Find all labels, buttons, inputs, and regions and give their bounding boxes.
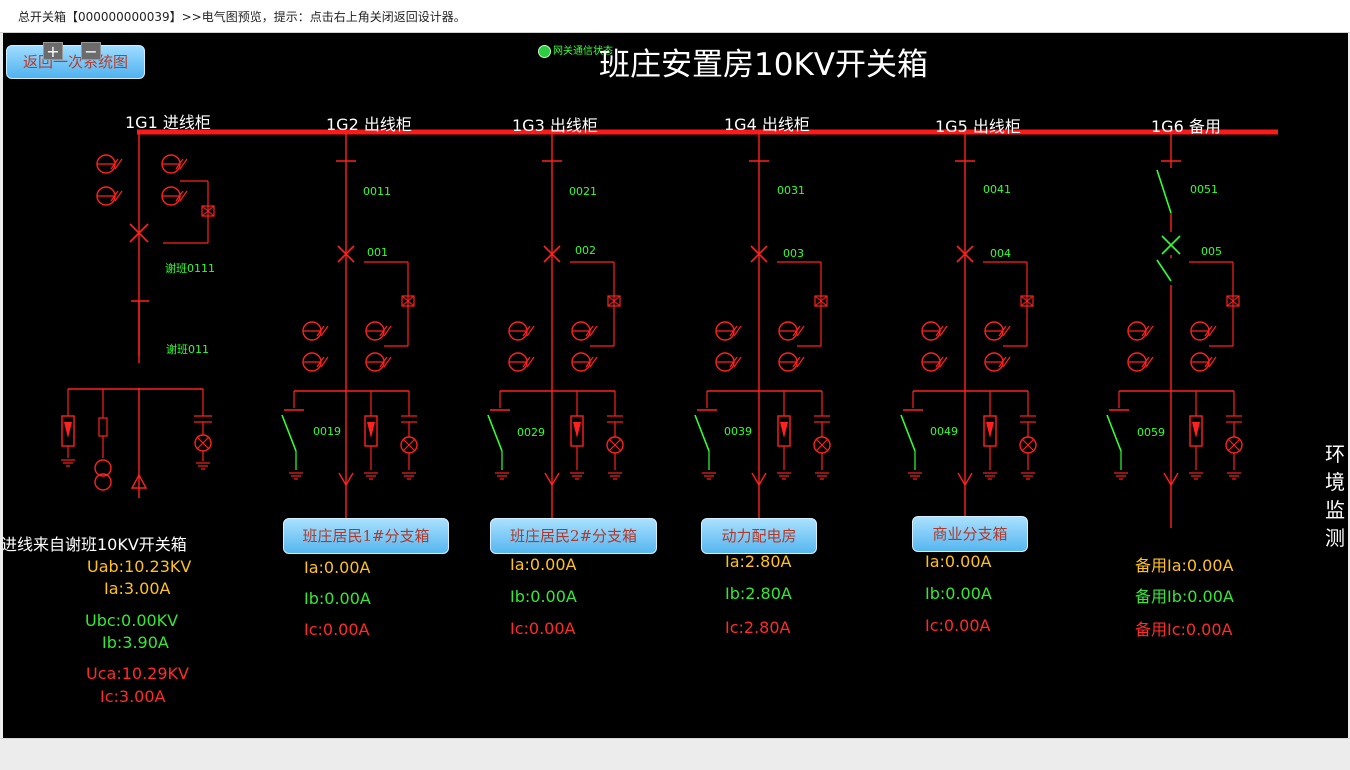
ct-mark — [733, 356, 742, 368]
branch-button-1[interactable]: 班庄居民1#分支箱 — [283, 518, 449, 554]
code-g4-breaker: 003 — [783, 247, 804, 260]
ct-mark — [796, 356, 805, 368]
status-dot-icon — [538, 44, 551, 58]
cabinet-1g5-label: 1G5 出线柜 — [935, 117, 1021, 136]
ct-mark — [526, 325, 535, 337]
ct-mark — [320, 325, 329, 337]
code-g3-earth: 0029 — [517, 426, 545, 439]
ct-mark — [1145, 356, 1154, 368]
ct-mark — [383, 325, 392, 337]
ct-mark — [1145, 325, 1154, 337]
incoming-uab: Uab:10.23KV — [87, 557, 192, 576]
ct-mark — [1002, 325, 1011, 337]
arrester-triangle — [64, 422, 72, 438]
branch-3-ic: Ic:2.80A — [725, 618, 791, 637]
zoom-in-button[interactable]: + — [43, 42, 63, 60]
window-footer — [0, 738, 1350, 770]
zoom-out-button[interactable]: − — [81, 42, 101, 60]
ct-mark — [733, 325, 742, 337]
window-title: 总开关箱【000000000039】>>电气图预览，提示：点击右上角关闭返回设计… — [18, 10, 466, 24]
g2-earth-blade — [281, 414, 297, 452]
branch-4-ia: Ia:0.00A — [925, 552, 992, 571]
code-g6-earth: 0059 — [1137, 426, 1165, 439]
g3-earth-blade — [487, 414, 503, 452]
ct-mark — [796, 325, 805, 337]
g6-open-switch — [1156, 259, 1172, 282]
incoming-uca: Uca:10.29KV — [86, 664, 189, 683]
branch-3-ib: Ib:2.80A — [725, 584, 792, 603]
branch-4-ic: Ic:0.00A — [925, 616, 991, 635]
ct-mark — [526, 356, 535, 368]
branch-1-ic: Ic:0.00A — [304, 620, 370, 639]
arrester-triangle — [780, 422, 788, 438]
arrester-triangle — [986, 422, 994, 438]
code-g5-top: 0041 — [983, 183, 1011, 196]
cabinet-1g1-label: 1G1 进线柜 — [125, 113, 211, 132]
spare-ib: 备用Ib:0.00A — [1135, 587, 1234, 606]
diagram-canvas: 返回一次系统图 + − 网关通信状态 班庄安置房10KV开关箱 1G1 进线柜 … — [3, 33, 1348, 738]
code-g4-earth: 0039 — [724, 425, 752, 438]
ct-mark — [939, 325, 948, 337]
back-to-system-button[interactable]: 返回一次系统图 — [6, 45, 145, 79]
incoming-ic: Ic:3.00A — [100, 687, 166, 706]
diagram-title: 班庄安置房10KV开关箱 — [599, 47, 928, 83]
code-g5-breaker: 004 — [990, 247, 1011, 260]
g6-earth-blade — [1106, 414, 1122, 452]
arrester-triangle — [367, 422, 375, 438]
code-g3-breaker: 002 — [575, 244, 596, 257]
code-g6-breaker: 005 — [1201, 245, 1222, 258]
code-g2-breaker: 001 — [367, 246, 388, 259]
code-g5-earth: 0049 — [930, 425, 958, 438]
spare-ia: 备用Ia:0.00A — [1135, 556, 1234, 575]
ct-mark — [1208, 325, 1217, 337]
code-g2-top: 0011 — [363, 185, 391, 198]
incoming-ib: Ib:3.90A — [102, 633, 169, 652]
code-g4-top: 0031 — [777, 184, 805, 197]
branch-2-ia: Ia:0.00A — [510, 555, 577, 574]
ct-mark — [1002, 356, 1011, 368]
incoming-ia: Ia:3.00A — [104, 579, 171, 598]
branch-1-ib: Ib:0.00A — [304, 589, 371, 608]
branch-2-ic: Ic:0.00A — [510, 619, 576, 638]
branch-button-2[interactable]: 班庄居民2#分支箱 — [490, 518, 657, 554]
g1-fuse — [98, 417, 108, 437]
window-titlebar: 总开关箱【000000000039】>>电气图预览，提示：点击右上角关闭返回设计… — [0, 0, 1350, 33]
g5-earth-blade — [900, 414, 916, 452]
branch-3-ia: Ia:2.80A — [725, 552, 792, 571]
cabinet-1g2-label: 1G2 出线柜 — [326, 115, 412, 134]
ct-mark — [383, 356, 392, 368]
spare-ic: 备用Ic:0.00A — [1135, 620, 1233, 639]
ct-mark — [1208, 356, 1217, 368]
ct-mark — [589, 325, 598, 337]
branch-button-4[interactable]: 商业分支箱 — [912, 516, 1028, 552]
g4-earth-blade — [694, 414, 710, 452]
code-g1-breaker: 谢班0111 — [165, 262, 215, 275]
code-g6-top: 0051 — [1190, 183, 1218, 196]
incoming-label: 进线来自谢班10KV开关箱 — [3, 535, 187, 554]
cabinet-1g4-label: 1G4 出线柜 — [724, 115, 810, 134]
code-g3-top: 0021 — [569, 185, 597, 198]
arrester-triangle — [1192, 422, 1200, 438]
branch-1-ia: Ia:0.00A — [304, 558, 371, 577]
cabinet-1g3-label: 1G3 出线柜 — [512, 116, 598, 135]
ct-mark — [939, 356, 948, 368]
cabinet-1g6-label: 1G6 备用 — [1151, 117, 1221, 136]
environment-monitor-link[interactable]: 环境监测 — [1325, 440, 1348, 552]
ct-mark — [179, 190, 188, 202]
ct-mark — [320, 356, 329, 368]
ct-mark — [114, 190, 123, 202]
arrester-triangle — [573, 422, 581, 438]
ct-mark — [179, 158, 188, 170]
g6-open-switch — [1156, 169, 1172, 214]
ct-mark — [114, 158, 123, 170]
incoming-ubc: Ubc:0.00KV — [85, 611, 179, 630]
branch-2-ib: Ib:0.00A — [510, 587, 577, 606]
code-g2-earth: 0019 — [313, 425, 341, 438]
branch-4-ib: Ib:0.00A — [925, 584, 992, 603]
ct-mark — [589, 356, 598, 368]
branch-button-3[interactable]: 动力配电房 — [701, 518, 817, 554]
code-g1-switch: 谢班011 — [166, 343, 209, 356]
